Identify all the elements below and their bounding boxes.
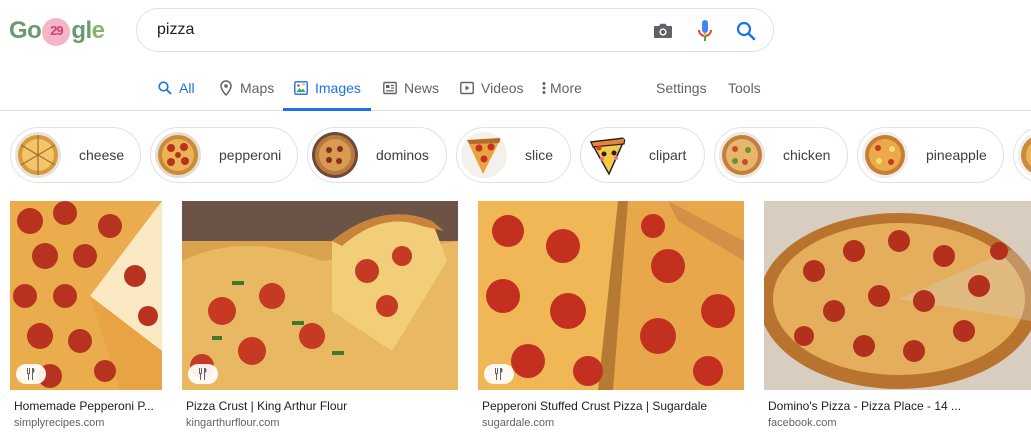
map-pin-icon: [218, 80, 234, 96]
tab-all[interactable]: All: [157, 72, 195, 110]
logo-text: gl: [71, 17, 92, 44]
recipe-icon: [188, 364, 218, 384]
chip-thumbnail: [312, 132, 358, 178]
result-image[interactable]: [764, 201, 1031, 390]
result-title[interactable]: Domino's Pizza - Pizza Place - 14 ...: [768, 399, 961, 413]
search-tabs: All Maps Images News Videos More Setting…: [0, 72, 1031, 111]
chip-thumbnail: [719, 132, 765, 178]
recipe-icon: [484, 364, 514, 384]
chip-cheese[interactable]: cheese: [10, 127, 141, 183]
tab-videos[interactable]: Videos: [459, 72, 524, 110]
search-box: [136, 8, 774, 52]
more-vertical-icon: [540, 80, 548, 96]
google-logo[interactable]: Go 29 gl e: [9, 15, 105, 47]
chip-thumbnail: [585, 132, 631, 178]
chip-more[interactable]: [1013, 127, 1031, 183]
chip-thumbnail: [155, 132, 201, 178]
logo-text: Go: [9, 17, 42, 44]
result-title[interactable]: Homemade Pepperoni P...: [14, 399, 154, 413]
tab-images[interactable]: Images: [283, 72, 371, 111]
chip-thumbnail: [862, 132, 908, 178]
search-icon[interactable]: [735, 20, 757, 42]
chip-pepperoni[interactable]: pepperoni: [150, 127, 298, 183]
chip-thumbnail: [461, 132, 507, 178]
search-icon: [157, 80, 173, 96]
newspaper-icon: [382, 80, 398, 96]
chip-chicken[interactable]: chicken: [714, 127, 848, 183]
result-site: simplyrecipes.com: [14, 417, 105, 429]
chip-dominos[interactable]: dominos: [307, 127, 447, 183]
image-icon: [293, 80, 309, 96]
camera-icon[interactable]: [652, 20, 674, 42]
result-image[interactable]: [182, 201, 458, 390]
chip-thumbnail: [15, 132, 61, 178]
chip-thumbnail: [1018, 132, 1031, 178]
recipe-icon: [16, 364, 46, 384]
chip-slice[interactable]: slice: [456, 127, 571, 183]
doodle-icon: 29: [42, 18, 71, 46]
settings-link[interactable]: Settings: [656, 72, 707, 110]
search-input[interactable]: [157, 19, 627, 41]
tab-news[interactable]: News: [382, 72, 439, 110]
chip-clipart[interactable]: clipart: [580, 127, 705, 183]
tools-link[interactable]: Tools: [728, 72, 761, 110]
result-image[interactable]: [478, 201, 744, 390]
header: Go 29 gl e All Maps: [0, 0, 1031, 111]
result-title[interactable]: Pizza Crust | King Arthur Flour: [186, 399, 347, 413]
result-site: facebook.com: [768, 417, 837, 429]
result-site: kingarthurflour.com: [186, 417, 280, 429]
tab-more[interactable]: More: [540, 72, 582, 110]
microphone-icon[interactable]: [694, 20, 716, 42]
logo-text: e: [91, 17, 105, 44]
result-title[interactable]: Pepperoni Stuffed Crust Pizza | Sugardal…: [482, 399, 707, 413]
related-search-chips: cheese pepperoni dominos slice clipart c…: [0, 126, 1031, 186]
result-site: sugardale.com: [482, 417, 555, 429]
chip-pineapple[interactable]: pineapple: [857, 127, 1004, 183]
play-icon: [459, 80, 475, 96]
tab-maps[interactable]: Maps: [218, 72, 274, 110]
result-image[interactable]: [10, 201, 162, 390]
